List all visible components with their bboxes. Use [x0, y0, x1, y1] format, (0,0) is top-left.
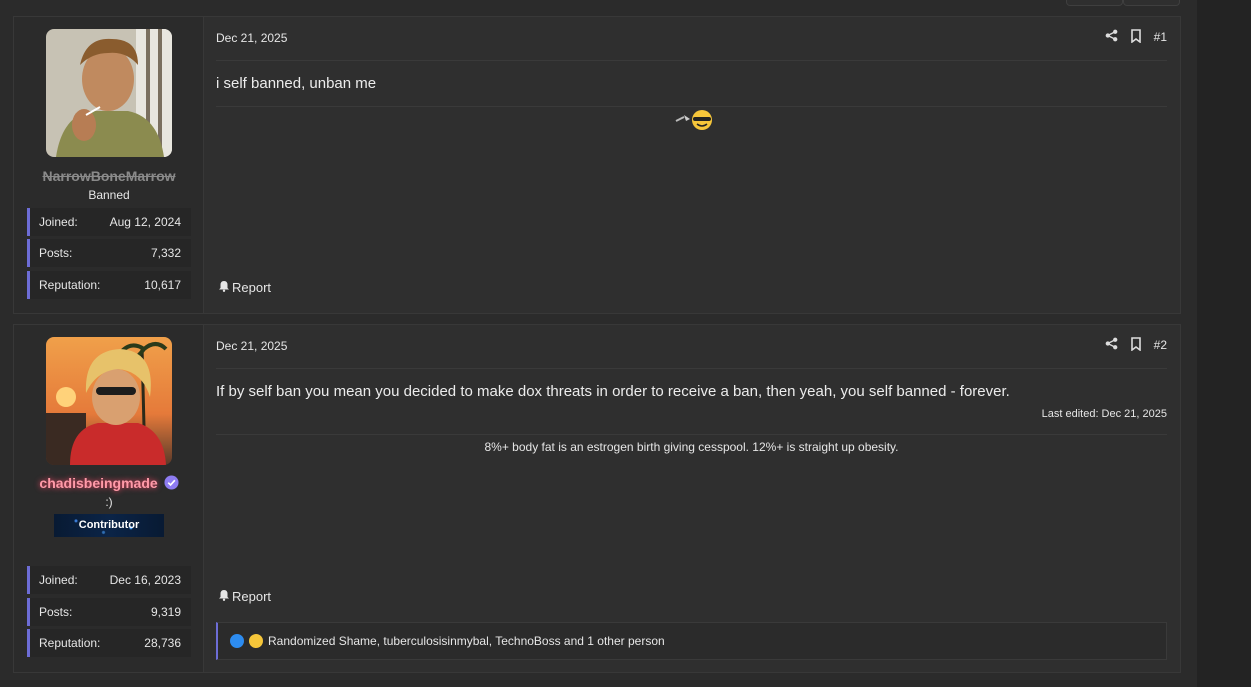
right-gutter	[1197, 0, 1251, 687]
post-main: Dec 21, 2025 #2 If by self ban you mean …	[216, 325, 1167, 672]
post: NarrowBoneMarrow Banned Joined: Aug 12, …	[13, 16, 1181, 314]
stat-label: Reputation:	[39, 636, 101, 650]
user-title: Banned	[88, 188, 130, 202]
pagination-button[interactable]	[1123, 0, 1180, 6]
stat-reputation: Reputation: 28,736	[27, 629, 191, 657]
divider	[216, 60, 1167, 61]
stat-reputation: Reputation: 10,617	[27, 271, 191, 299]
divider	[216, 368, 1167, 369]
bookmark-icon[interactable]	[1130, 28, 1142, 46]
username[interactable]: NarrowBoneMarrow	[14, 168, 204, 184]
report-button[interactable]: Report	[218, 280, 271, 295]
reactions-bar[interactable]: Randomized Shame, tuberculosisinmybal, T…	[216, 622, 1167, 660]
like-icon	[230, 634, 244, 648]
stat-value: 10,617	[144, 278, 181, 292]
user-title: :)	[105, 495, 113, 509]
stat-value: 9,319	[150, 605, 181, 619]
post-body: i self banned, unban me	[216, 75, 377, 92]
user-info: NarrowBoneMarrow Banned Joined: Aug 12, …	[14, 17, 204, 313]
stat-label: Joined:	[39, 573, 78, 587]
post-date[interactable]: Dec 21, 2025	[216, 339, 287, 353]
signature: 8%+ body fat is an estrogen birth giving…	[484, 440, 899, 454]
stat-label: Reputation:	[39, 278, 101, 292]
share-icon[interactable]	[1105, 29, 1118, 45]
signature-divider	[216, 434, 1167, 435]
contributor-banner: Contributor	[54, 514, 164, 537]
report-label: Report	[232, 589, 272, 604]
post-number[interactable]: #2	[1154, 338, 1167, 352]
signature-divider	[216, 106, 1167, 107]
stat-posts: Posts: 9,319	[27, 598, 191, 626]
post-number[interactable]: #1	[1154, 30, 1167, 44]
verified-icon	[164, 475, 179, 493]
post-actions: #2	[1105, 336, 1167, 354]
avatar[interactable]	[46, 337, 172, 465]
bell-icon	[218, 280, 230, 295]
stat-joined: Joined: Aug 12, 2024	[27, 208, 191, 236]
signature-emoji-icon	[674, 109, 716, 136]
laugh-icon	[249, 634, 263, 648]
stat-label: Posts:	[39, 246, 73, 260]
user-info: chadisbeingmade :) Contributor Joined: D…	[14, 325, 204, 672]
post-main: Dec 21, 2025 #1 i self banned, unban me	[216, 17, 1167, 313]
stat-joined: Joined: Dec 16, 2023	[27, 566, 191, 594]
post-actions: #1	[1105, 28, 1167, 46]
post-body: If by self ban you mean you decided to m…	[216, 383, 1010, 400]
post: chadisbeingmade :) Contributor Joined: D…	[13, 324, 1181, 673]
last-edited: Last edited: Dec 21, 2025	[1041, 408, 1167, 420]
stat-label: Posts:	[39, 605, 73, 619]
stat-value: 7,332	[150, 246, 181, 260]
stat-label: Joined:	[39, 215, 78, 229]
avatar[interactable]	[46, 29, 172, 157]
share-icon[interactable]	[1105, 337, 1118, 353]
username-text[interactable]: chadisbeingmade	[39, 475, 157, 491]
pagination-button[interactable]	[1066, 0, 1123, 6]
stat-value: Aug 12, 2024	[109, 215, 181, 229]
stat-value: Dec 16, 2023	[109, 573, 181, 587]
username[interactable]: chadisbeingmade	[14, 475, 204, 493]
stat-value: 28,736	[144, 636, 181, 650]
stat-posts: Posts: 7,332	[27, 239, 191, 267]
bookmark-icon[interactable]	[1130, 336, 1142, 354]
post-date[interactable]: Dec 21, 2025	[216, 31, 287, 45]
bell-icon	[218, 589, 230, 604]
report-label: Report	[232, 280, 272, 295]
report-button[interactable]: Report	[218, 589, 271, 604]
reactions-text[interactable]: Randomized Shame, tuberculosisinmybal, T…	[268, 634, 665, 648]
